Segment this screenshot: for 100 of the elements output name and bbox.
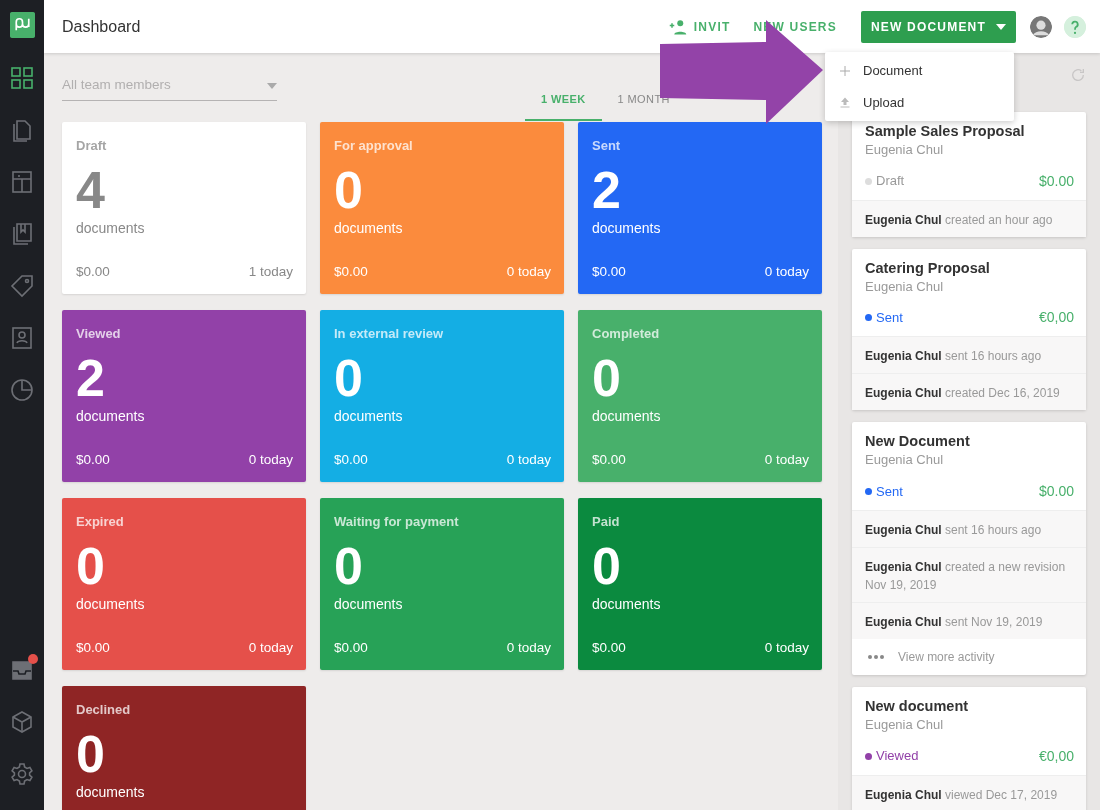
document-icon[interactable] xyxy=(10,118,34,142)
author-name: Eugenia Chul xyxy=(865,451,945,470)
status-tile[interactable]: For approval 0 documents $0.00 0 today xyxy=(320,122,564,294)
more-icon xyxy=(868,654,884,659)
logo-icon[interactable] xyxy=(9,12,35,38)
caret-icon xyxy=(996,23,1006,30)
menu-item[interactable]: Document xyxy=(825,55,1014,87)
activity-entry: Eugenia Chul sent Nov 19, 2019 xyxy=(852,601,1086,639)
tile-unit: documents xyxy=(334,218,403,238)
tile-amount: $0.00 xyxy=(334,450,368,469)
document-count: 4 xyxy=(76,163,105,216)
tag-icon[interactable] xyxy=(10,274,34,298)
status-label: Draft xyxy=(876,172,905,191)
tile-unit: documents xyxy=(334,406,403,426)
document-amount: $0.00 xyxy=(1038,481,1074,501)
today-count: 0 today xyxy=(248,638,293,657)
activity-entry: Eugenia Chul sent 16 hours ago xyxy=(852,336,1086,374)
document-count: 2 xyxy=(592,163,621,216)
help-icon[interactable] xyxy=(1064,15,1086,38)
book-icon[interactable] xyxy=(10,222,34,246)
status-tile[interactable]: Paid 0 documents $0.00 0 today xyxy=(578,498,822,670)
cube-icon[interactable] xyxy=(10,710,34,734)
today-count: 0 today xyxy=(764,638,809,657)
tile-label: Draft xyxy=(76,137,107,155)
document-title: Catering Proposal xyxy=(865,258,991,277)
today-count: 0 today xyxy=(506,450,551,469)
tile-unit: documents xyxy=(592,218,661,238)
tile-unit: documents xyxy=(76,406,145,426)
page-title: Dashboard xyxy=(62,16,141,37)
template-icon[interactable] xyxy=(10,170,34,194)
document-title: New Document xyxy=(865,432,971,451)
document-count: 0 xyxy=(592,539,621,592)
status-tile[interactable]: Declined 0 documents xyxy=(62,686,306,810)
tile-amount: $0.00 xyxy=(76,638,110,657)
status-tile[interactable]: Completed 0 documents $0.00 0 today xyxy=(578,310,822,482)
author-name: Eugenia Chul xyxy=(865,277,945,296)
status-tile[interactable]: In external review 0 documents $0.00 0 today xyxy=(320,310,564,482)
status-label: Sent xyxy=(876,309,903,327)
activity-entry: Eugenia Chul viewed Dec 17, 2019 xyxy=(852,774,1086,810)
document-count: 0 xyxy=(334,163,363,216)
tile-label: Paid xyxy=(592,513,620,531)
activity-card[interactable]: Catering Proposal Eugenia Chul Sent €0,00 Eugenia Chul sent 16 hours ago Eugenia Chul created Dec 16, 2019 xyxy=(852,248,1086,411)
view-more-link[interactable]: View more activity xyxy=(898,647,995,666)
document-title: Sample Sales Proposal xyxy=(865,122,1026,141)
gear-icon[interactable] xyxy=(10,762,34,786)
plus-icon xyxy=(839,64,851,77)
tile-label: Completed xyxy=(592,325,660,343)
today-count: 0 today xyxy=(764,262,809,281)
today-count: 0 today xyxy=(506,638,551,657)
tile-amount: $0.00 xyxy=(76,450,110,469)
document-title: New document xyxy=(865,696,970,715)
status-tile[interactable]: Draft 4 documents $0.00 1 today xyxy=(62,122,306,294)
today-count: 0 today xyxy=(506,262,551,281)
document-amount: $0.00 xyxy=(1038,171,1074,191)
tile-amount: $0.00 xyxy=(334,638,368,657)
author-name: Eugenia Chul xyxy=(865,716,945,734)
tile-amount: $0.00 xyxy=(592,638,626,657)
activity-card[interactable]: Sample Sales Proposal Eugenia Chul Draft $0.00 Eugenia Chul created an hour ago xyxy=(852,112,1086,237)
tile-unit: documents xyxy=(76,782,145,802)
contacts-icon[interactable] xyxy=(10,326,34,350)
tile-label: Waiting for payment xyxy=(334,513,459,531)
tile-amount: $0.00 xyxy=(592,262,626,281)
today-count: 1 today xyxy=(248,262,293,281)
today-count: 0 today xyxy=(764,450,809,469)
add-person-icon xyxy=(667,17,688,36)
tile-unit: documents xyxy=(592,594,661,614)
tile-label: Sent xyxy=(592,137,621,155)
tile-unit: documents xyxy=(76,218,145,238)
status-tile[interactable]: Sent 2 documents $0.00 0 today xyxy=(578,122,822,294)
document-count: 0 xyxy=(334,351,363,404)
inbox-icon[interactable] xyxy=(10,658,34,682)
tile-unit: documents xyxy=(592,406,661,426)
tile-unit: documents xyxy=(334,594,403,614)
today-count: 0 today xyxy=(248,450,293,469)
new-document-button[interactable]: NEW DOCUMENT xyxy=(860,10,1016,43)
status-tile[interactable]: Viewed 2 documents $0.00 0 today xyxy=(62,310,306,482)
tile-amount: $0.00 xyxy=(592,450,626,469)
activity-card[interactable]: New document Eugenia Chul Viewed €0,00 Eugenia Chul viewed Dec 17, 2019 xyxy=(852,686,1086,810)
author-name: Eugenia Chul xyxy=(865,141,945,160)
status-tile[interactable]: Waiting for payment 0 documents $0.00 0 today xyxy=(320,498,564,670)
tile-amount: $0.00 xyxy=(76,262,110,281)
grid-icon[interactable] xyxy=(10,66,34,90)
document-count: 0 xyxy=(334,539,363,592)
document-count: 2 xyxy=(76,351,105,404)
document-count: 0 xyxy=(76,539,105,592)
document-count: 0 xyxy=(592,351,621,404)
upload-icon xyxy=(839,96,851,109)
avatar[interactable] xyxy=(1030,15,1052,38)
tile-label: Declined xyxy=(76,701,131,719)
activity-entry: Eugenia Chul created Dec 16, 2019 xyxy=(852,373,1086,411)
status-tile[interactable]: Expired 0 documents $0.00 0 today xyxy=(62,498,306,670)
caret-icon[interactable] xyxy=(267,82,277,89)
activity-card[interactable]: New Document Eugenia Chul Sent $0.00 Eugenia Chul sent 16 hours ago Eugenia Chul created a new revision Nov 19, 2019 Eugenia Chul sent Nov 19, 2019 View more activity xyxy=(852,422,1086,675)
tile-unit: documents xyxy=(76,594,145,614)
tile-amount: $0.00 xyxy=(334,262,368,281)
document-count: 0 xyxy=(76,727,105,780)
pie-chart-icon[interactable] xyxy=(10,378,34,402)
team-member-select[interactable]: All team members xyxy=(62,75,267,96)
activity-entry: Eugenia Chul created a new revision Nov 19, 2019 xyxy=(852,546,1086,602)
document-amount: €0,00 xyxy=(1038,746,1074,766)
